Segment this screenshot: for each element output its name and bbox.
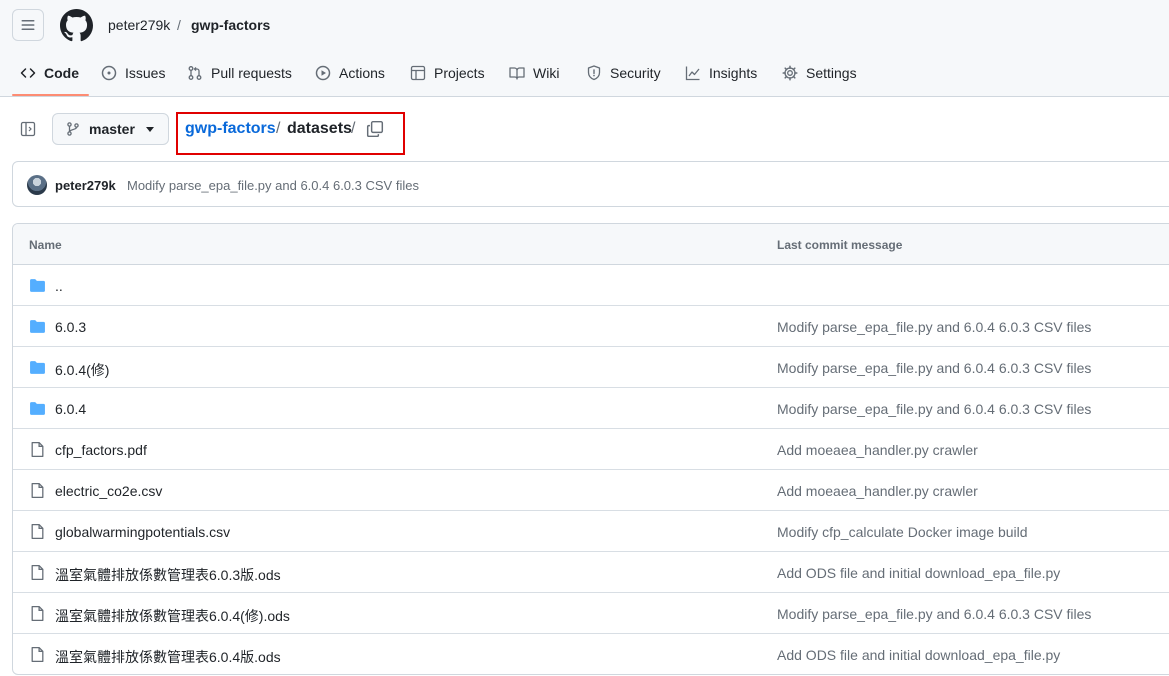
code-icon (20, 68, 36, 78)
tab-security-label: Security (610, 65, 661, 81)
row-commit-message-link[interactable]: Modify parse_epa_file.py and 6.0.4 6.0.3… (777, 401, 1091, 417)
tab-security[interactable]: Security (586, 50, 661, 96)
github-logo-icon[interactable] (60, 9, 93, 42)
table-row[interactable]: 溫室氣體排放係數管理表6.0.3版.ods Add ODS file and i… (13, 552, 1169, 593)
table-header: Name Last commit message (13, 224, 1169, 265)
folder-icon (30, 320, 45, 333)
tab-settings-label: Settings (806, 65, 857, 81)
path-trailing-separator: / (351, 120, 356, 137)
row-commit-message-link[interactable]: Add moeaea_handler.py crawler (777, 442, 978, 458)
path-repo-link[interactable]: gwp-factors (185, 120, 276, 138)
file-table: Name Last commit message .. 6.0.3 Modify… (12, 223, 1169, 675)
pull-request-icon (188, 66, 202, 80)
folder-icon (30, 402, 45, 415)
table-row[interactable]: electric_co2e.csv Add moeaea_handler.py … (13, 470, 1169, 511)
play-icon (315, 65, 331, 81)
tab-code-label: Code (44, 65, 79, 81)
latest-commit-bar: peter279k Modify parse_epa_file.py and 6… (12, 161, 1169, 207)
tab-issues[interactable]: Issues (101, 50, 165, 96)
selected-tab-indicator (12, 94, 89, 96)
repo-nav: Code Issues Pull requests Actions Projec… (0, 50, 1169, 97)
triangle-down-icon (146, 127, 154, 132)
avatar[interactable] (27, 175, 47, 195)
tab-wiki-label: Wiki (533, 65, 560, 81)
row-name-link[interactable]: 6.0.4(修) (55, 360, 109, 380)
table-row[interactable]: .. (13, 265, 1169, 306)
row-name-link[interactable]: cfp_factors.pdf (55, 442, 147, 458)
table-row[interactable]: 溫室氣體排放係數管理表6.0.4版.ods Add ODS file and i… (13, 634, 1169, 674)
copy-icon[interactable] (366, 120, 384, 138)
breadcrumb-repo-link[interactable]: gwp-factors (191, 17, 270, 33)
row-name-link[interactable]: electric_co2e.csv (55, 483, 162, 499)
table-row[interactable]: globalwarmingpotentials.csv Modify cfp_c… (13, 511, 1169, 552)
row-commit-message-link[interactable]: Modify parse_epa_file.py and 6.0.4 6.0.3… (777, 319, 1091, 335)
branch-select-button[interactable]: master (52, 113, 169, 145)
file-icon (31, 441, 44, 458)
commit-author-link[interactable]: peter279k (55, 178, 116, 193)
branch-name: master (89, 121, 135, 137)
table-icon (410, 65, 426, 81)
folder-icon (30, 279, 45, 292)
breadcrumb-separator: / (177, 17, 181, 33)
tab-insights[interactable]: Insights (685, 50, 757, 96)
graph-icon (685, 66, 700, 81)
row-name-link[interactable]: 6.0.3 (55, 319, 86, 335)
tab-issues-label: Issues (125, 65, 166, 81)
tab-code[interactable]: Code (20, 50, 79, 96)
tab-pull-requests[interactable]: Pull requests (187, 50, 292, 96)
row-name-link[interactable]: 溫室氣體排放係數管理表6.0.4版.ods (55, 647, 281, 667)
row-name-link[interactable]: globalwarmingpotentials.csv (55, 524, 230, 540)
file-icon (31, 605, 44, 622)
row-commit-message-link[interactable]: Add ODS file and initial download_epa_fi… (777, 565, 1060, 581)
tab-pull-requests-label: Pull requests (211, 65, 292, 81)
table-row[interactable]: 溫室氣體排放係數管理表6.0.4(修).ods Modify parse_epa… (13, 593, 1169, 634)
table-row[interactable]: 6.0.3 Modify parse_epa_file.py and 6.0.4… (13, 306, 1169, 347)
book-icon (509, 67, 525, 80)
tab-projects[interactable]: Projects (410, 50, 485, 96)
tab-projects-label: Projects (434, 65, 485, 81)
file-icon (31, 564, 44, 581)
file-icon (31, 482, 44, 499)
gear-icon (782, 65, 798, 81)
file-tree-toggle-button[interactable] (12, 113, 44, 145)
top-bar: peter279k / gwp-factors (0, 0, 1169, 50)
table-row[interactable]: 6.0.4(修) Modify parse_epa_file.py and 6.… (13, 347, 1169, 388)
row-name-link[interactable]: 溫室氣體排放係數管理表6.0.4(修).ods (55, 606, 290, 626)
path-current-folder: datasets (287, 120, 352, 137)
file-icon (31, 646, 44, 663)
tab-wiki[interactable]: Wiki (509, 50, 559, 96)
breadcrumb-owner-link[interactable]: peter279k (108, 17, 170, 33)
row-commit-message-link[interactable]: Modify cfp_calculate Docker image build (777, 524, 1028, 540)
folder-icon (30, 361, 45, 374)
table-row[interactable]: 6.0.4 Modify parse_epa_file.py and 6.0.4… (13, 388, 1169, 429)
issue-icon (101, 65, 117, 81)
row-name-link[interactable]: .. (55, 278, 63, 294)
row-name-link[interactable]: 6.0.4 (55, 401, 86, 417)
shield-icon (587, 65, 601, 81)
tab-actions-label: Actions (339, 65, 385, 81)
path-separator: / (276, 120, 281, 137)
column-header-last-commit-message: Last commit message (777, 238, 903, 252)
row-name-link[interactable]: 溫室氣體排放係數管理表6.0.3版.ods (55, 565, 281, 585)
row-commit-message-link[interactable]: Modify parse_epa_file.py and 6.0.4 6.0.3… (777, 360, 1091, 376)
tab-actions[interactable]: Actions (315, 50, 385, 96)
hamburger-menu-button[interactable] (12, 9, 44, 41)
hamburger-icon (21, 20, 35, 30)
table-row[interactable]: cfp_factors.pdf Add moeaea_handler.py cr… (13, 429, 1169, 470)
sidebar-expand-icon (20, 121, 36, 137)
row-commit-message-link[interactable]: Modify parse_epa_file.py and 6.0.4 6.0.3… (777, 606, 1091, 622)
column-header-name: Name (29, 238, 62, 252)
commit-message-link[interactable]: Modify parse_epa_file.py and 6.0.4 6.0.3… (127, 178, 419, 193)
row-commit-message-link[interactable]: Add moeaea_handler.py crawler (777, 483, 978, 499)
tab-settings[interactable]: Settings (782, 50, 857, 96)
file-icon (31, 523, 44, 540)
git-branch-icon (67, 122, 79, 136)
row-commit-message-link[interactable]: Add ODS file and initial download_epa_fi… (777, 647, 1060, 663)
tab-insights-label: Insights (709, 65, 758, 81)
